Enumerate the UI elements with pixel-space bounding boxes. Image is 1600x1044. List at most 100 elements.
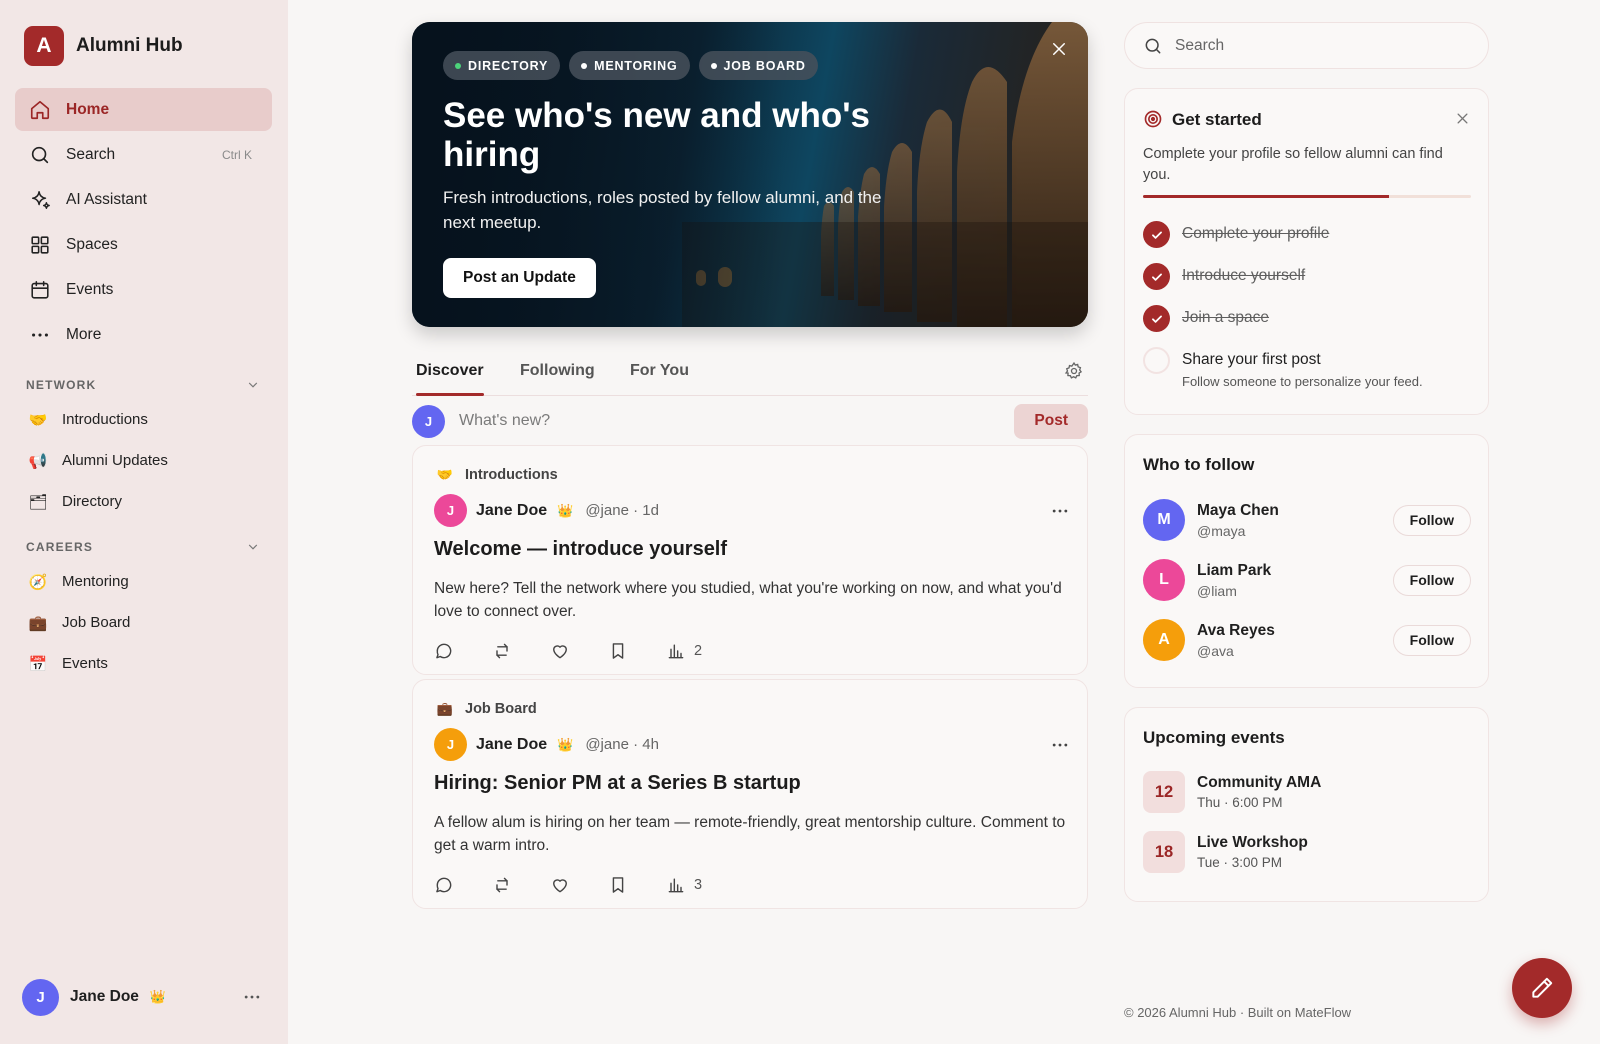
task-label: Introduce yourself	[1182, 267, 1306, 284]
tab-discover[interactable]: Discover	[416, 362, 484, 380]
views-counter[interactable]: 3	[666, 875, 724, 895]
sidebar-item-label: Introductions	[62, 411, 148, 428]
event-item[interactable]: 12 Community AMA Thu · 6:00 PM	[1143, 771, 1321, 813]
repost-icon	[496, 643, 508, 659]
section-network[interactable]: NETWORK	[26, 378, 260, 392]
brand[interactable]: A Alumni Hub	[24, 26, 183, 66]
author-name[interactable]: Jane Doe	[476, 736, 547, 754]
like-button[interactable]	[550, 641, 608, 661]
more-options-icon[interactable]	[1050, 735, 1070, 755]
close-icon[interactable]	[1050, 40, 1068, 58]
sidebar-item-directory[interactable]: 🗂 Directory	[26, 481, 266, 522]
task-item[interactable]: Introduce yourself	[1143, 263, 1305, 290]
repost-button[interactable]	[492, 875, 550, 895]
person-name[interactable]: Maya Chen	[1197, 502, 1279, 520]
post-card[interactable]: 💼 Job Board J Jane Doe 👑 @jane · 4h Hiri…	[412, 679, 1088, 909]
person-name[interactable]: Ava Reyes	[1197, 622, 1275, 640]
grid-icon	[31, 235, 49, 254]
post-space[interactable]: 🤝 Introductions	[435, 465, 558, 485]
nav-item-events[interactable]: Events	[15, 268, 272, 311]
bookmark-icon	[612, 643, 624, 659]
chip-directory[interactable]: DIRECTORY	[443, 51, 561, 80]
avatar[interactable]: J	[434, 494, 467, 527]
dots-icon	[32, 332, 48, 337]
person-name[interactable]: Liam Park	[1197, 562, 1271, 580]
calendar-emoji-icon: 📅	[28, 655, 48, 673]
sidebar-item-events[interactable]: 📅 Events	[26, 643, 266, 684]
chip-job-board[interactable]: JOB BOARD	[698, 51, 818, 80]
avatar[interactable]: M	[1143, 499, 1185, 541]
megaphone-icon: 📢	[28, 452, 48, 470]
post-card[interactable]: 🤝 Introductions J Jane Doe 👑 @jane · 1d …	[412, 445, 1088, 675]
nav-item-spaces[interactable]: Spaces	[15, 223, 272, 266]
chip-mentoring[interactable]: MENTORING	[569, 51, 690, 80]
follow-button[interactable]: Follow	[1392, 564, 1471, 596]
follow-button[interactable]: Follow	[1392, 624, 1471, 656]
heart-icon	[553, 879, 567, 893]
panel-title: Upcoming events	[1143, 728, 1285, 747]
event-item[interactable]: 18 Live Workshop Tue · 3:00 PM	[1143, 831, 1308, 873]
search-input[interactable]: Search	[1124, 22, 1489, 69]
task-item[interactable]: Join a space	[1143, 305, 1269, 332]
comment-button[interactable]	[434, 641, 492, 661]
like-button[interactable]	[550, 875, 608, 895]
follow-suggestion: L Liam Park @liam Follow	[1143, 559, 1471, 601]
chart-icon	[668, 644, 684, 659]
post-button[interactable]: Post	[1014, 403, 1088, 439]
avatar[interactable]: A	[1143, 619, 1185, 661]
composer-input[interactable]: What's new?	[459, 412, 550, 430]
get-started-panel: Get started Complete your profile so fel…	[1124, 88, 1489, 415]
follow-button[interactable]: Follow	[1392, 504, 1471, 536]
bookmark-button[interactable]	[608, 641, 666, 661]
chip-label: MENTORING	[594, 58, 678, 73]
main-nav: Home Search Ctrl K AI Assistant Spaces E…	[15, 88, 272, 358]
section-careers[interactable]: CAREERS	[26, 540, 260, 554]
nav-item-home[interactable]: Home	[15, 88, 272, 131]
task-item[interactable]: Complete your profile	[1143, 221, 1329, 248]
status-dot	[710, 62, 717, 69]
repost-button[interactable]	[492, 641, 550, 661]
chip-label: DIRECTORY	[468, 58, 549, 73]
tab-following[interactable]: Following	[520, 362, 595, 380]
post-body: A fellow alum is hiring on her team — re…	[434, 814, 1066, 854]
progress-fill	[1143, 195, 1389, 198]
tab-for-you[interactable]: For You	[630, 362, 689, 380]
sidebar-item-job-board[interactable]: 💼 Job Board	[26, 602, 266, 643]
sidebar-item-mentoring[interactable]: 🧭 Mentoring	[26, 561, 266, 602]
sidebar-item-introductions[interactable]: 🤝 Introductions	[26, 399, 266, 440]
sidebar-item-alumni-updates[interactable]: 📢 Alumni Updates	[26, 440, 266, 481]
nav-item-more[interactable]: More	[15, 313, 272, 356]
views-counter[interactable]: 2	[666, 641, 724, 661]
task-item[interactable]: Share your first post Follow someone to …	[1143, 347, 1423, 389]
post-title[interactable]: Welcome — introduce yourself	[434, 538, 727, 561]
more-options-icon[interactable]	[242, 987, 262, 1007]
active-tab-indicator	[416, 393, 484, 396]
calendar-icon	[31, 280, 49, 299]
avatar[interactable]: L	[1143, 559, 1185, 601]
user-profile[interactable]: J Jane Doe 👑	[22, 977, 266, 1017]
upcoming-events-panel: Upcoming events 12 Community AMA Thu · 6:…	[1124, 707, 1489, 902]
compose-button[interactable]	[1512, 958, 1572, 1018]
chevron-down-icon	[248, 544, 258, 550]
compass-icon: 🧭	[28, 573, 48, 591]
nav-item-search[interactable]: Search Ctrl K	[15, 133, 272, 176]
avatar[interactable]: J	[434, 728, 467, 761]
post-space[interactable]: 💼 Job Board	[435, 699, 537, 719]
task-label: Join a space	[1182, 309, 1270, 326]
post-title[interactable]: Hiring: Senior PM at a Series B startup	[434, 772, 801, 795]
hero-banner: DIRECTORY MENTORING JOB BOARD See who's …	[412, 22, 1088, 327]
chip-label: JOB BOARD	[723, 58, 806, 73]
nav-item-ai-assistant[interactable]: AI Assistant	[15, 178, 272, 221]
gear-icon[interactable]	[1064, 361, 1084, 381]
bookmark-button[interactable]	[608, 875, 666, 895]
author-name[interactable]: Jane Doe	[476, 502, 547, 520]
more-options-icon[interactable]	[1050, 501, 1070, 521]
author-meta: @jane · 4h	[585, 736, 659, 753]
close-icon[interactable]	[1455, 111, 1470, 126]
post-update-button[interactable]: Post an Update	[443, 258, 596, 298]
post-author: J Jane Doe 👑 @jane · 1d	[434, 494, 1070, 527]
nav-label: Search	[66, 145, 116, 163]
comment-button[interactable]	[434, 875, 492, 895]
home-icon	[30, 100, 50, 119]
section-title: CAREERS	[26, 540, 94, 554]
